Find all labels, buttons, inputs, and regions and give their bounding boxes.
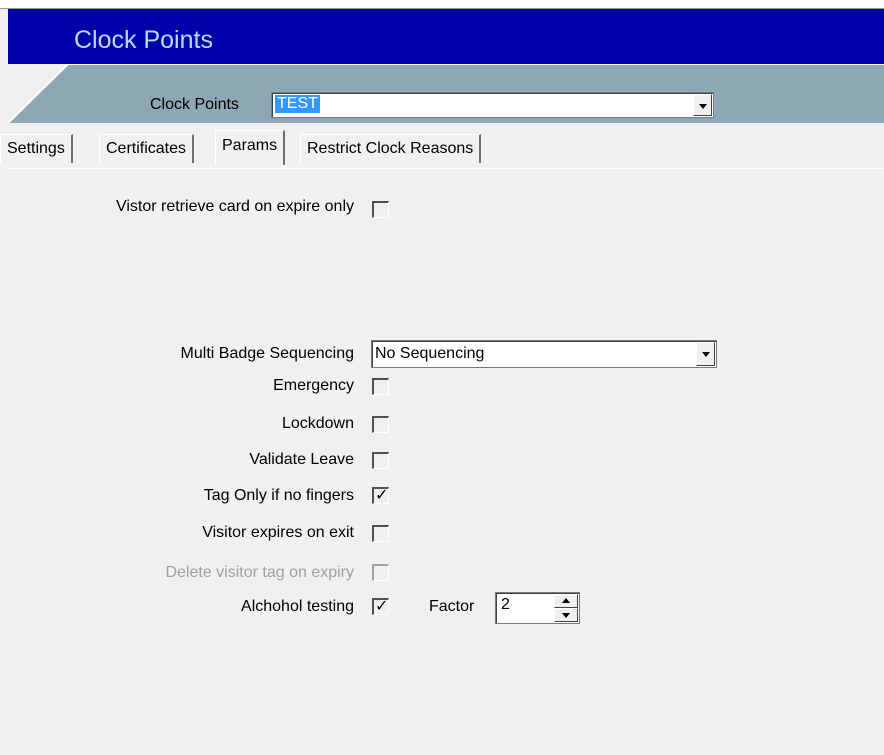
- multi-badge-sequencing-value: No Sequencing: [375, 345, 485, 362]
- validate-leave-label: Validate Leave: [249, 451, 354, 468]
- header-banner: Clock Points: [8, 9, 884, 64]
- check-icon: ✓: [375, 487, 389, 504]
- tab-params-label: Params: [222, 137, 278, 154]
- tab-restrict-clock-reasons[interactable]: Restrict Clock Reasons: [300, 134, 482, 163]
- clock-points-label: Clock Points: [150, 96, 239, 113]
- clock-points-select[interactable]: TEST: [271, 92, 714, 118]
- window-top-edge: [0, 0, 884, 9]
- clock-points-value: TEST: [275, 95, 320, 113]
- alcohol-testing-checkbox[interactable]: ✓: [372, 598, 389, 615]
- tab-settings-label: Settings: [7, 140, 65, 157]
- visitor-retrieve-card-label: Vistor retrieve card on expire only: [115, 198, 354, 215]
- emergency-checkbox[interactable]: [372, 378, 389, 395]
- visitor-expires-label: Visitor expires on exit: [202, 524, 354, 541]
- arrow-up-icon[interactable]: [554, 594, 578, 608]
- tab-settings[interactable]: Settings: [0, 134, 73, 163]
- chevron-down-icon[interactable]: [696, 342, 715, 366]
- tab-params[interactable]: Params: [215, 130, 286, 165]
- lockdown-label: Lockdown: [281, 415, 354, 432]
- alcohol-testing-label: Alchohol testing: [241, 598, 354, 615]
- tab-bar: Settings Certificates Params Restrict Cl…: [0, 130, 884, 169]
- validate-leave-checkbox[interactable]: [372, 452, 389, 469]
- tab-certificates-label: Certificates: [106, 140, 187, 157]
- multi-badge-sequencing-select[interactable]: No Sequencing: [371, 340, 717, 368]
- delete-visitor-tag-label: Delete visitor tag on expiry: [165, 564, 354, 581]
- multi-badge-sequencing-label: Multi Badge Sequencing: [180, 345, 354, 362]
- tab-certificates[interactable]: Certificates: [99, 134, 195, 163]
- visitor-expires-checkbox[interactable]: [372, 525, 389, 542]
- lockdown-checkbox[interactable]: [372, 416, 389, 433]
- tag-only-label: Tag Only if no fingers: [203, 487, 354, 504]
- check-icon: ✓: [375, 598, 389, 615]
- tab-restrict-clock-reasons-label: Restrict Clock Reasons: [307, 140, 474, 157]
- arrow-down-icon[interactable]: [554, 608, 578, 622]
- factor-value[interactable]: 2: [501, 596, 510, 614]
- emergency-label: Emergency: [273, 377, 354, 394]
- visitor-retrieve-card-checkbox[interactable]: [372, 201, 389, 218]
- chevron-down-icon[interactable]: [693, 94, 712, 116]
- delete-visitor-tag-checkbox: [372, 564, 389, 581]
- page-title: Clock Points: [74, 26, 213, 54]
- factor-spinner[interactable]: 2: [495, 592, 580, 624]
- tag-only-checkbox[interactable]: ✓: [372, 487, 389, 504]
- factor-label: Factor: [429, 598, 475, 615]
